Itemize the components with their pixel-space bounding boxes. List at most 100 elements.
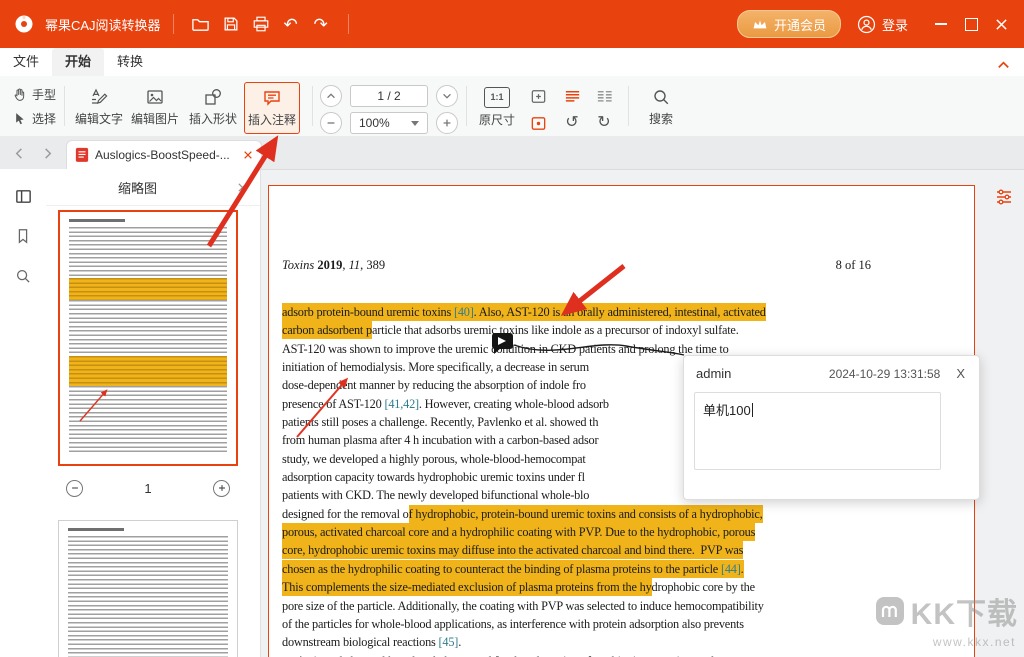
- speech-bubble-marker-icon[interactable]: [492, 333, 513, 349]
- text-segment: pore size of the particle. Additionally,…: [282, 599, 764, 613]
- thumbnail-size-increase-button[interactable]: [213, 480, 230, 497]
- text-segment: study, we developed a highly porous, who…: [282, 452, 586, 466]
- edit-image-icon: [145, 87, 165, 107]
- rotate-right-button[interactable]: ↻: [593, 112, 615, 134]
- bookmarks-panel-button[interactable]: [12, 225, 34, 247]
- journal-name: Toxins: [282, 258, 317, 272]
- hand-tool-label: 手型: [32, 86, 56, 103]
- minimize-button[interactable]: [926, 9, 956, 39]
- watermark-logo-icon: [875, 596, 905, 626]
- annotation-text-input[interactable]: 单机100: [694, 392, 941, 470]
- search-panel-button[interactable]: [12, 265, 34, 287]
- two-page-view-button[interactable]: [593, 85, 615, 107]
- save-button[interactable]: [216, 9, 246, 39]
- zoom-out-button[interactable]: [320, 112, 342, 134]
- page-thumbnail-2[interactable]: [58, 520, 238, 657]
- panel-close-icon[interactable]: [237, 182, 248, 193]
- nav-forward-button[interactable]: [38, 144, 56, 162]
- site-watermark: KK下载 www.kkx.net: [875, 589, 1018, 649]
- annotation-close-button[interactable]: X: [956, 366, 965, 381]
- next-page-button[interactable]: [436, 85, 458, 107]
- menu-tab-convert[interactable]: 转换: [104, 48, 156, 76]
- highlighted-text: .: [741, 560, 744, 578]
- citation-link[interactable]: [40]: [454, 303, 474, 321]
- document-text-line: This complements the size-mediated exclu…: [282, 578, 882, 596]
- user-icon: [857, 15, 876, 34]
- insert-shape-button[interactable]: 插入形状: [186, 82, 240, 132]
- page-header: Toxins 2019, 11, 389 8 of 16: [282, 258, 871, 273]
- thumbnails-panel-icon: [14, 187, 33, 206]
- insert-annotation-button[interactable]: 插入注释: [244, 82, 300, 134]
- citation-link[interactable]: [41,42]: [384, 397, 418, 411]
- document-tab[interactable]: Auslogics-BoostSpeed-...: [66, 140, 262, 169]
- highlighted-text: chosen as the hydrophilic coating to cou…: [282, 560, 721, 578]
- insert-shape-label: 插入形状: [189, 110, 237, 127]
- page-thumbnail-1[interactable]: [58, 210, 238, 466]
- select-tool-button[interactable]: 选择: [8, 106, 60, 130]
- zoom-level-select[interactable]: 100%: [350, 112, 428, 134]
- undo-icon: ↶: [283, 16, 297, 33]
- maximize-icon: [965, 18, 978, 31]
- hand-tool-button[interactable]: 手型: [8, 82, 60, 106]
- search-button[interactable]: 搜索: [634, 82, 688, 132]
- close-button[interactable]: [986, 9, 1016, 39]
- citation-link[interactable]: [44]: [721, 560, 741, 578]
- menubar: 文件 开始 转换: [0, 48, 1024, 76]
- thumbnail-text-lines: [69, 227, 227, 454]
- redo-button[interactable]: ↷: [306, 9, 336, 39]
- nav-back-button[interactable]: [10, 144, 28, 162]
- edit-text-button[interactable]: 编辑文字: [72, 82, 126, 132]
- filter-sliders-icon: [994, 186, 1014, 206]
- text-cursor: [752, 403, 753, 417]
- text-segment: designed for the removal o: [282, 507, 409, 521]
- zoom-in-button[interactable]: [436, 112, 458, 134]
- select-tool-label: 选择: [32, 110, 56, 127]
- text-segment: initiation of hemodialysis. More specifi…: [282, 360, 589, 374]
- zoom-value: 100%: [359, 116, 390, 130]
- print-button[interactable]: [246, 9, 276, 39]
- crown-icon: [752, 18, 768, 31]
- rotate-left-button[interactable]: ↺: [561, 112, 583, 134]
- collapse-ribbon-button[interactable]: [992, 54, 1014, 76]
- vip-label: 开通会员: [774, 15, 826, 34]
- previous-page-button[interactable]: [320, 85, 342, 107]
- vip-upgrade-button[interactable]: 开通会员: [737, 10, 841, 38]
- login-button[interactable]: 登录: [857, 15, 908, 34]
- app-window: 幂果CAJ阅读转换器 ↶ ↷ 开通会员 登录 文件 开始 转换: [0, 0, 1024, 657]
- insert-annotation-label: 插入注释: [248, 111, 296, 128]
- maximize-button[interactable]: [956, 9, 986, 39]
- fit-width-button[interactable]: [527, 112, 549, 134]
- menu-tab-start[interactable]: 开始: [52, 48, 104, 76]
- text-segment: downstream biological reactions: [282, 635, 439, 649]
- highlighted-text: core, hydrophobic uremic toxins may diff…: [282, 541, 743, 559]
- thumbnail-size-decrease-button[interactable]: [66, 480, 83, 497]
- ribbon-separator: [312, 86, 313, 126]
- citation-link[interactable]: [45]: [439, 635, 459, 649]
- tab-close-icon[interactable]: [243, 150, 253, 160]
- edit-image-button[interactable]: 编辑图片: [128, 82, 182, 132]
- document-text-line: carbon adsorbent particle that adsorbs u…: [282, 321, 882, 339]
- plus-icon: [441, 117, 453, 129]
- text-segment: patients still poses a challenge. Recent…: [282, 415, 598, 429]
- thumbnail-highlight-band: [69, 278, 227, 301]
- document-text-line: chosen as the hydrophilic coating to cou…: [282, 560, 882, 578]
- caj-file-icon: [75, 147, 89, 163]
- single-page-view-button[interactable]: [561, 85, 583, 107]
- undo-button[interactable]: ↶: [276, 9, 306, 39]
- document-tab-title: Auslogics-BoostSpeed-...: [95, 148, 237, 162]
- menu-tab-file[interactable]: 文件: [0, 48, 52, 76]
- fit-page-button[interactable]: [527, 85, 549, 107]
- open-file-button[interactable]: [186, 9, 216, 39]
- chevron-down-icon: [411, 121, 419, 126]
- titlebar-separator: [348, 14, 349, 34]
- thumbnails-panel-button[interactable]: [12, 185, 34, 207]
- view-settings-button[interactable]: [992, 184, 1016, 208]
- thumbnail-panel-header: 缩略图: [46, 169, 260, 206]
- highlighted-text: . Also, AST-120 is an orally administere…: [474, 303, 766, 321]
- page-indicator-input[interactable]: 1 / 2: [350, 85, 428, 107]
- watermark-brand: KK下载: [911, 589, 1018, 633]
- rotate-right-icon: ↻: [597, 115, 610, 131]
- journal-header: Toxins 2019, 11, 389: [282, 258, 385, 273]
- magnifier-icon: [14, 267, 32, 285]
- original-size-button[interactable]: 1:1 原尺寸: [470, 82, 524, 132]
